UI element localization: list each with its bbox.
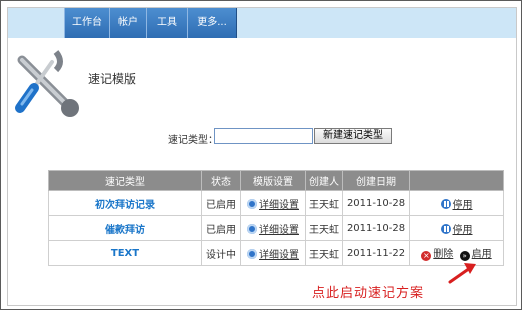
- tab-label: 工具: [157, 17, 177, 28]
- settings-link[interactable]: 详细设置: [259, 200, 299, 211]
- settings-link[interactable]: 详细设置: [259, 225, 299, 236]
- tab-workbench[interactable]: 工作台: [64, 8, 110, 38]
- type-link[interactable]: 初次拜访记录: [95, 200, 155, 211]
- col-header-settings: 模版设置: [240, 170, 306, 191]
- page-title: 速记模版: [88, 72, 137, 86]
- settings-cell: 详细设置: [240, 240, 306, 266]
- settings-link[interactable]: 详细设置: [259, 250, 299, 261]
- table-row: TEXT 设计中 详细设置 王天虹 2011-11-22 × 删除 » 启用: [48, 240, 504, 266]
- date-cell: 2011-10-28: [342, 190, 410, 216]
- settings-icon: [247, 198, 257, 209]
- col-header-creator: 创建人: [305, 170, 343, 191]
- disable-link[interactable]: 停用: [453, 225, 473, 236]
- creator-cell: 王天虹: [305, 190, 343, 216]
- table-row: 初次拜访记录 已启用 详细设置 王天虹 2011-10-28 停用: [48, 190, 504, 216]
- col-header-date: 创建日期: [342, 170, 410, 191]
- tab-more[interactable]: 更多...: [187, 8, 237, 38]
- table-row: 催款拜访 已启用 详细设置 王天虹 2011-10-28 停用: [48, 215, 504, 241]
- tab-label: 帐户: [118, 17, 138, 28]
- settings-icon: [247, 223, 257, 234]
- date-cell: 2011-11-22: [342, 240, 410, 266]
- annotation-text: 点此启动速记方案: [312, 286, 425, 301]
- creator-cell: 王天虹: [305, 215, 343, 241]
- tab-account[interactable]: 帐户: [109, 8, 147, 38]
- actions-cell: 停用: [409, 190, 504, 216]
- status-cell: 已启用: [201, 190, 241, 216]
- delete-icon: ×: [421, 251, 432, 261]
- delete-link[interactable]: 删除: [433, 249, 453, 260]
- window-frame: 工作台 帐户 工具 更多... 速记模版 速记类型： 新建速记类型 速记类型 状…: [0, 0, 522, 310]
- date-cell: 2011-10-28: [342, 215, 410, 241]
- disable-link[interactable]: 停用: [453, 200, 473, 211]
- table-header-row: 速记类型 状态 模版设置 创建人 创建日期: [48, 170, 504, 191]
- type-link[interactable]: TEXT: [111, 248, 139, 259]
- status-cell: 设计中: [201, 240, 241, 266]
- actions-cell: 停用: [409, 215, 504, 241]
- status-cell: 已启用: [201, 215, 241, 241]
- content-panel: 工作台 帐户 工具 更多... 速记模版 速记类型： 新建速记类型 速记类型 状…: [7, 7, 517, 306]
- top-nav-bar: 工作台 帐户 工具 更多...: [8, 8, 516, 38]
- enable-link[interactable]: 启用: [472, 249, 492, 260]
- settings-cell: 详细设置: [240, 190, 306, 216]
- tab-tools[interactable]: 工具: [146, 8, 188, 38]
- col-header-type: 速记类型: [48, 170, 202, 191]
- settings-icon: [247, 248, 257, 259]
- new-type-button[interactable]: 新建速记类型: [314, 128, 392, 144]
- template-table: 速记类型 状态 模版设置 创建人 创建日期 初次拜访记录 已启用 详细设置 王天…: [48, 170, 504, 266]
- tab-label: 更多...: [197, 17, 227, 28]
- search-label: 速记类型：: [168, 135, 218, 146]
- pause-icon: [440, 198, 451, 209]
- type-link[interactable]: 催款拜访: [105, 225, 145, 236]
- tab-label: 工作台: [72, 17, 102, 28]
- wrench-screwdriver-icon: [15, 50, 79, 117]
- type-search-input[interactable]: [214, 128, 313, 144]
- col-header-status: 状态: [201, 170, 241, 191]
- settings-cell: 详细设置: [240, 215, 306, 241]
- creator-cell: 王天虹: [305, 240, 343, 266]
- red-arrow-icon: [448, 263, 476, 284]
- col-header-actions: [409, 170, 504, 191]
- pause-icon: [440, 223, 451, 234]
